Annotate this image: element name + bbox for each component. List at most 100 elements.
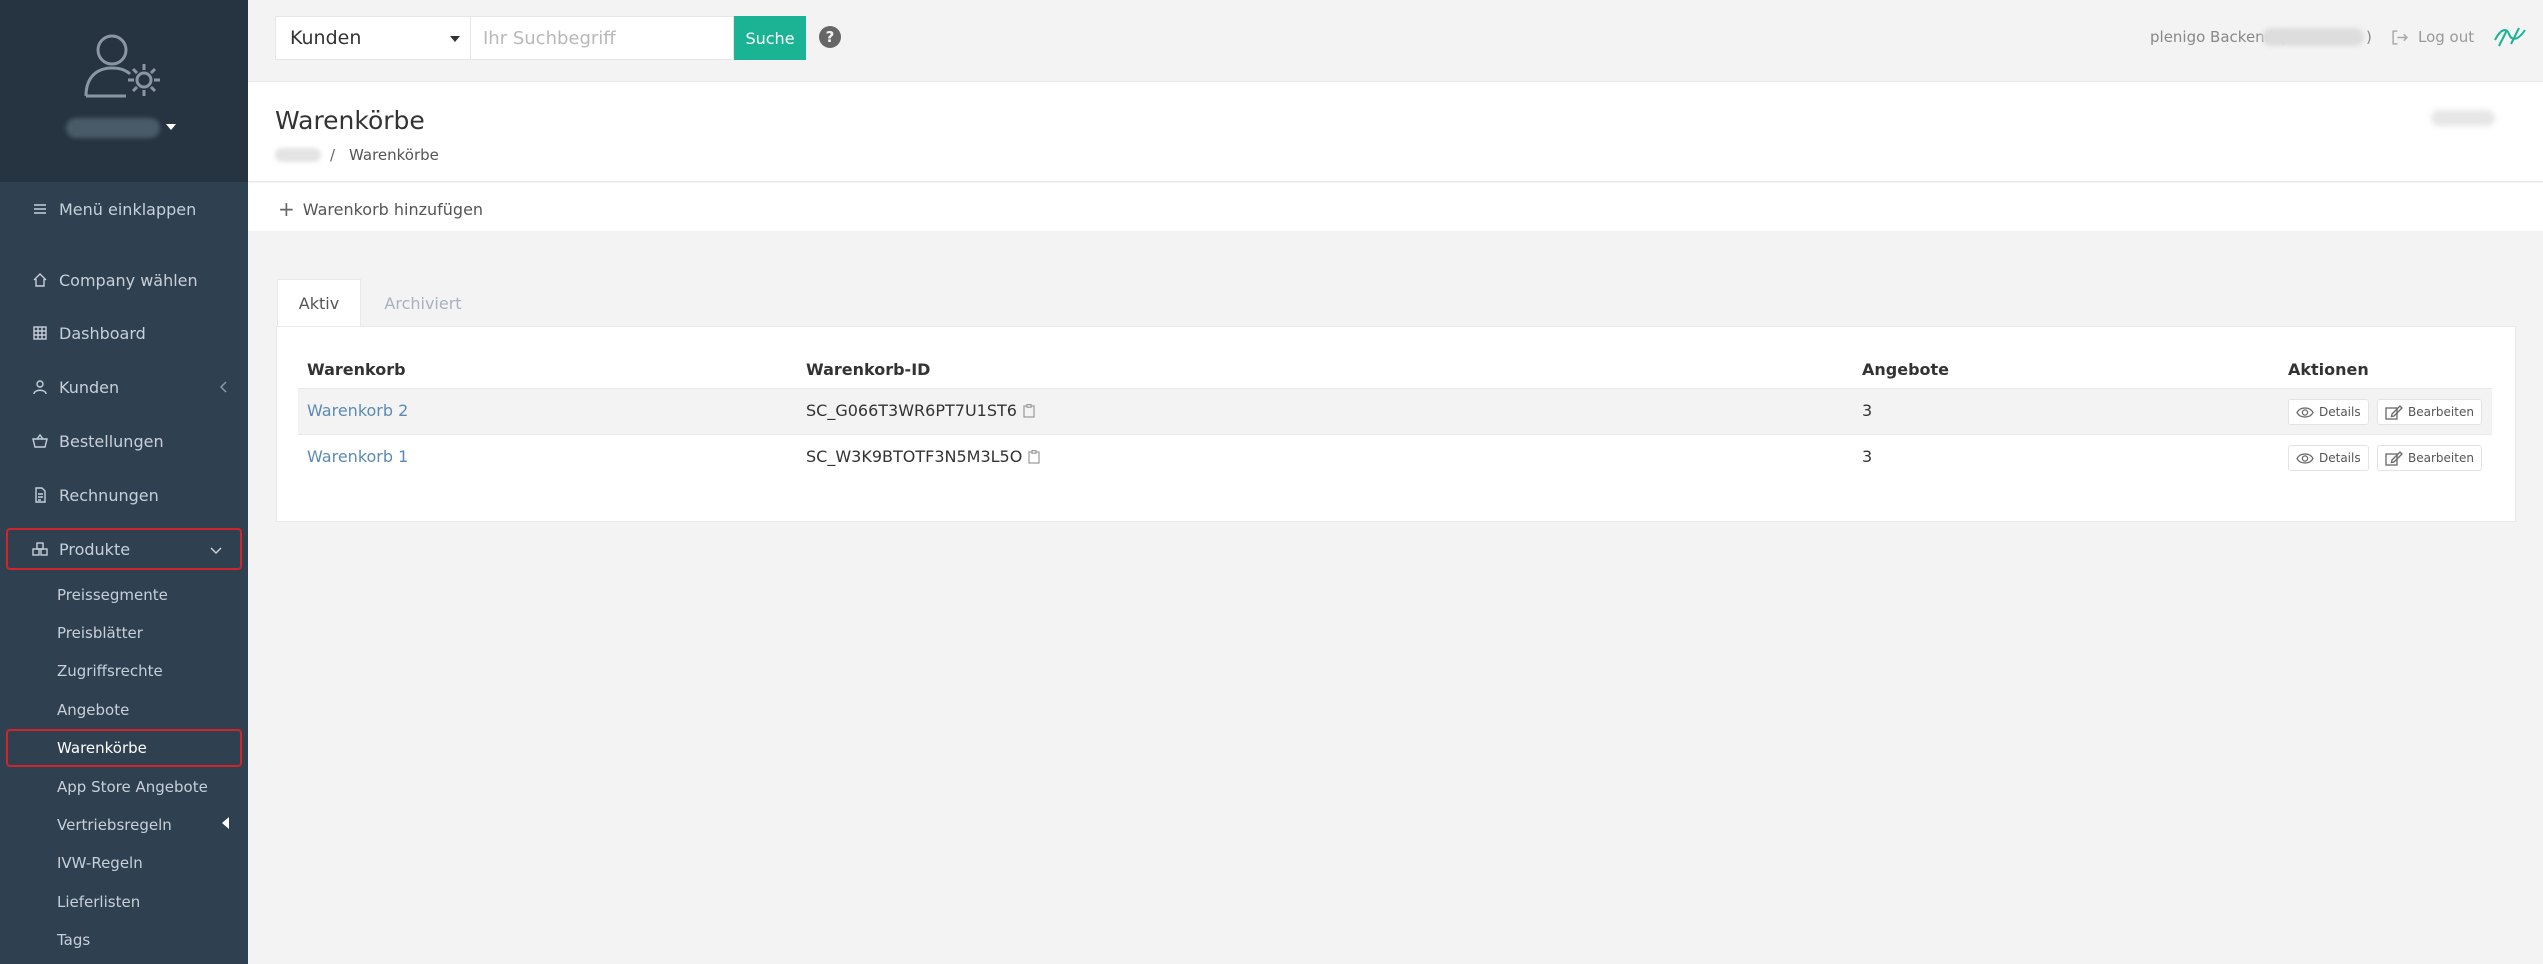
sidebar-subitem-tags[interactable]: Tags [57,927,237,953]
hamburger-icon [31,200,49,218]
sidebar-subitem-label: Zugriffsrechte [57,662,163,680]
column-header-warenkorb: Warenkorb [307,360,406,379]
cart-id-value: SC_G066T3WR6PT7U1ST6 [806,401,1017,420]
column-header-angebote: Angebote [1862,360,1950,379]
action-bar: + Warenkorb hinzufügen [248,183,2543,231]
sidebar-item-label: Rechnungen [59,485,159,505]
page-header: Warenkörbe / Warenkörbe [248,82,2543,182]
sidebar-item-bestellungen[interactable]: Bestellungen [0,421,248,461]
cart-name-link[interactable]: Warenkorb 1 [307,447,408,466]
edit-icon [2385,404,2403,420]
sidebar-item-label: Company wählen [59,270,198,290]
sidebar-item-label: Dashboard [59,323,146,343]
sidebar: Menü einklappen Company wählen Dashboard… [0,0,248,964]
plus-icon: + [278,197,295,221]
search-scope-select[interactable]: Kunden [275,16,471,60]
sidebar-item-label: Produkte [59,539,131,559]
edit-label: Bearbeiten [2408,451,2474,465]
column-header-aktionen: Aktionen [2288,360,2369,379]
breadcrumb-current: Warenkörbe [349,146,439,164]
table-row: Warenkorb 2 SC_G066T3WR6PT7U1ST6 3 Detai… [298,388,2492,434]
profile-caret-icon[interactable] [166,124,176,130]
profile-area [0,0,248,182]
boxes-icon [31,540,49,558]
sidebar-subitem-label: App Store Angebote [57,778,208,796]
edit-button[interactable]: Bearbeiten [2377,399,2482,425]
top-bar: Kunden Suche ? plenigo Backend ( ) Log o… [248,0,2543,82]
breadcrumb-root-redacted[interactable] [275,148,321,162]
details-label: Details [2319,451,2361,465]
sidebar-subitem-label: Vertriebsregeln [57,816,172,834]
sidebar-subitem-vertriebsregeln[interactable]: Vertriebsregeln [57,812,237,838]
page-title: Warenkörbe [275,106,425,135]
sidebar-item-company[interactable]: Company wählen [0,260,248,300]
edit-label: Bearbeiten [2408,405,2474,419]
details-label: Details [2319,405,2361,419]
sidebar-subitem-label: Tags [57,931,91,949]
tab-archiviert[interactable]: Archiviert [362,279,484,327]
tab-label: Archiviert [384,293,462,313]
chevron-down-icon [210,547,222,555]
sidebar-subitem-label: Preissegmente [57,586,168,604]
cart-name-link[interactable]: Warenkorb 2 [307,401,408,420]
table-row: Warenkorb 1 SC_W3K9BTOTF3N5M3L5O 3 Detai… [298,434,2492,480]
cart-id-value: SC_W3K9BTOTF3N5M3L5O [806,447,1023,466]
search-button[interactable]: Suche [734,16,806,60]
logout-label: Log out [2418,28,2475,46]
logout-link[interactable]: Log out [2391,28,2474,46]
tab-aktiv[interactable]: Aktiv [277,279,361,327]
backend-paren: ) [2366,28,2372,46]
user-icon [31,378,49,396]
search-input[interactable] [470,16,734,60]
home-icon [31,271,49,289]
profile-name-redacted [66,118,160,138]
backend-name-redacted [2262,28,2364,46]
offers-count-cell: 3 [1862,447,1873,466]
caret-down-icon [450,36,460,42]
question-circle-icon[interactable]: ? [818,25,842,49]
eye-icon [2296,452,2314,464]
sidebar-subitem-lieferlisten[interactable]: Lieferlisten [57,889,237,915]
svg-text:?: ? [826,28,835,46]
sidebar-subitem-label: Lieferlisten [57,893,141,911]
chevron-left-icon [219,381,227,393]
breadcrumb-separator: / [330,146,336,164]
clipboard-icon[interactable] [1023,404,1035,418]
sidebar-subitem-label: Angebote [57,701,130,719]
sidebar-item-rechnungen[interactable]: Rechnungen [0,475,248,515]
details-button[interactable]: Details [2288,445,2369,471]
cart-id-cell: SC_G066T3WR6PT7U1ST6 [806,401,1035,420]
table-icon [31,324,49,342]
sidebar-subitem-preisblaetter[interactable]: Preisblätter [57,620,237,646]
details-button[interactable]: Details [2288,399,2369,425]
cart-id-cell: SC_W3K9BTOTF3N5M3L5O [806,447,1040,466]
add-cart-label: Warenkorb hinzufügen [302,199,484,219]
sidebar-subitem-ivw-regeln[interactable]: IVW-Regeln [57,850,237,876]
edit-icon [2385,450,2403,466]
cart-table-panel: Warenkorb Warenkorb-ID Angebote Aktionen… [276,326,2516,522]
sidebar-item-kunden[interactable]: Kunden [0,367,248,407]
user-settings-icon[interactable] [82,30,168,102]
sidebar-item-dashboard[interactable]: Dashboard [0,313,248,353]
sidebar-subitem-app-store-angebote[interactable]: App Store Angebote [57,774,237,800]
header-redacted [2431,110,2495,126]
file-icon [31,486,49,504]
sidebar-subitem-preissegmente[interactable]: Preissegmente [57,582,237,608]
plenigo-logo-icon [2494,27,2526,47]
add-cart-button[interactable]: + Warenkorb hinzufügen [278,197,483,221]
sidebar-item-produkte[interactable]: Produkte [6,528,242,570]
clipboard-icon[interactable] [1028,450,1040,464]
sidebar-subitem-warenkoerbe[interactable]: Warenkörbe [6,729,242,767]
search-scope-value: Kunden [290,27,362,49]
sidebar-subitem-angebote[interactable]: Angebote [57,697,237,723]
sidebar-subitem-label: Preisblätter [57,624,143,642]
collapse-menu-label: Menü einklappen [59,199,197,219]
offers-count-cell: 3 [1862,401,1873,420]
edit-button[interactable]: Bearbeiten [2377,445,2482,471]
eye-icon [2296,406,2314,418]
collapse-menu-button[interactable]: Menü einklappen [0,189,248,229]
basket-icon [31,432,49,450]
sidebar-subitem-label: IVW-Regeln [57,854,143,872]
sidebar-subitem-zugriffsrechte[interactable]: Zugriffsrechte [57,658,237,684]
sidebar-item-label: Kunden [59,377,120,397]
